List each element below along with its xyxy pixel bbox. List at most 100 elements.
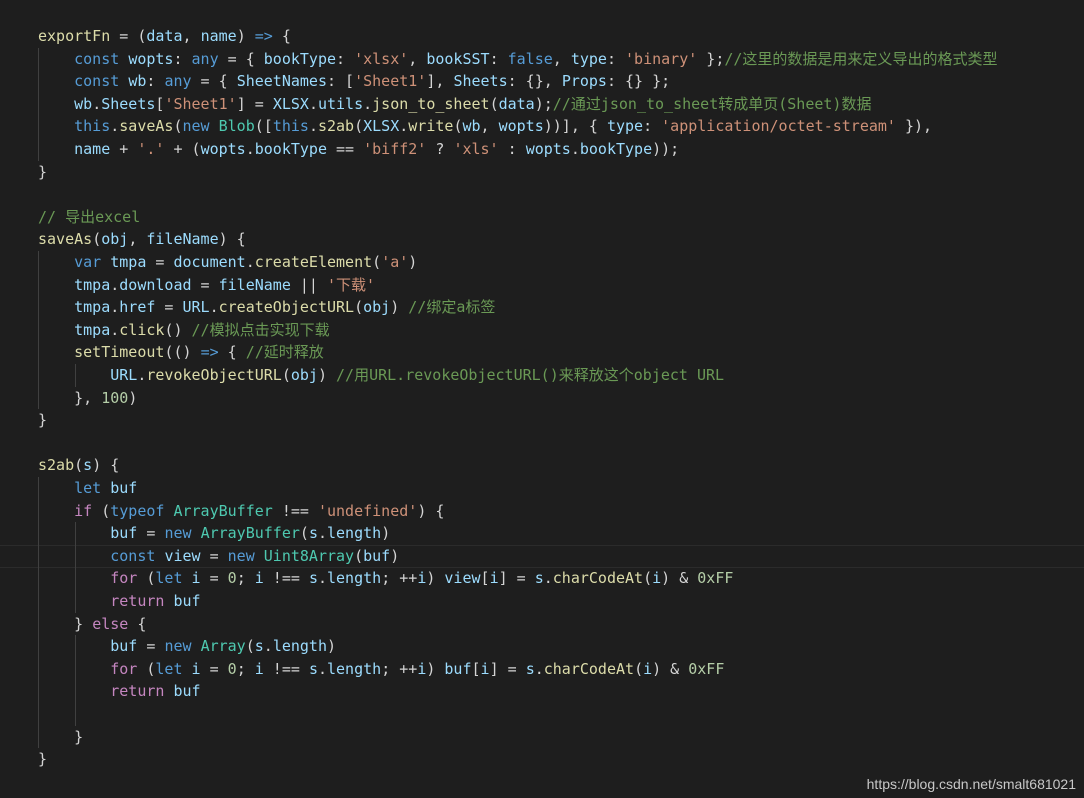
code-line[interactable]: buf = new Array(s.length) (38, 635, 336, 658)
code-line[interactable]: // 导出excel (38, 206, 140, 229)
code-token: s (525, 659, 535, 678)
code-line[interactable]: return buf (38, 680, 200, 703)
code-token: . (209, 298, 219, 317)
code-line[interactable]: saveAs(obj, fileName) { (38, 228, 246, 251)
code-token: ( (137, 659, 156, 678)
code-token: let (155, 659, 183, 678)
code-token: = (155, 298, 183, 317)
code-line[interactable]: return buf (38, 590, 200, 613)
code-token: click (119, 320, 165, 339)
code-token: => (254, 27, 273, 45)
code-line[interactable]: } (38, 161, 47, 184)
code-line[interactable]: }, 100) (38, 387, 137, 410)
code-token: // 导出excel (38, 207, 141, 226)
code-token: s2ab (38, 456, 75, 475)
code-token: . (245, 140, 255, 158)
code-token: ; (236, 659, 255, 678)
code-token: i (191, 659, 201, 678)
code-token: ) (317, 366, 337, 384)
code-line[interactable]: wb.Sheets['Sheet1'] = XLSX.utils.json_to… (38, 93, 871, 116)
code-token: XLSX (363, 117, 400, 136)
code-token: . (110, 320, 120, 339)
code-token: saveAs (38, 230, 93, 249)
code-line[interactable]: } (38, 409, 47, 432)
code-token: ] = (498, 569, 535, 588)
code-token: 0xFF (697, 569, 734, 588)
code-token: { (128, 614, 147, 633)
code-token: 'a' (381, 253, 409, 271)
code-token: bookSST (426, 49, 490, 68)
code-line[interactable]: name + '.' + (wopts.bookType == 'biff2' … (38, 138, 679, 161)
code-line[interactable]: tmpa.download = fileName || '下载' (38, 274, 375, 297)
code-token: () (164, 320, 192, 339)
code-line[interactable]: this.saveAs(new Blob([this.s2ab(XLSX.wri… (38, 115, 932, 138)
code-line[interactable]: for (let i = 0; i !== s.length; ++i) vie… (38, 567, 733, 590)
code-editor[interactable]: exportFn = (data, name) => { const wopts… (0, 0, 1084, 798)
code-token: 'biff2' (363, 140, 427, 158)
code-line[interactable]: const view = new Uint8Array(buf) (38, 545, 399, 568)
code-token: 0 (227, 569, 237, 588)
code-token: URL (182, 298, 210, 317)
code-line[interactable]: setTimeout(() => { //延时释放 (38, 341, 324, 364)
code-token: . (110, 117, 120, 136)
code-line[interactable]: buf = new ArrayBuffer(s.length) (38, 522, 390, 545)
code-line[interactable]: } else { (38, 613, 146, 636)
code-token: ( (137, 569, 156, 588)
code-token: length (327, 524, 382, 543)
indent-guide (75, 522, 76, 613)
code-line[interactable]: const wopts: any = { bookType: 'xlsx', b… (38, 48, 997, 71)
code-token: : {} }; (606, 72, 671, 91)
code-token: saveAs (119, 117, 174, 136)
code-token: [ (480, 569, 490, 588)
code-token: = (137, 637, 165, 656)
code-line[interactable]: exportFn = (data, name) => { (38, 25, 291, 48)
code-line[interactable]: const wb: any = { SheetNames: ['Sheet1']… (38, 70, 670, 93)
code-line[interactable]: tmpa.href = URL.createObjectURL(obj) //绑… (38, 296, 495, 319)
code-token: 'xlsx' (354, 49, 409, 68)
indent-guide (38, 251, 39, 410)
code-token: wopts (525, 140, 571, 158)
code-token: . (317, 569, 327, 588)
code-token: let (74, 479, 102, 497)
code-token: 'binary' (625, 49, 698, 68)
code-token: ; (236, 569, 255, 588)
code-line[interactable]: var tmpa = document.createElement('a') (38, 251, 417, 274)
code-line[interactable]: } (38, 748, 47, 771)
code-token: obj (363, 298, 391, 317)
code-token: view (444, 569, 481, 588)
code-token: ) (236, 27, 255, 45)
code-line[interactable]: for (let i = 0; i !== s.length; ++i) buf… (38, 658, 724, 681)
code-line[interactable]: let buf (38, 477, 137, 500)
code-token: ( (92, 501, 111, 520)
code-line[interactable]: URL.revokeObjectURL(obj) //用URL.revokeOb… (38, 364, 724, 387)
code-token: false (507, 49, 553, 68)
code-token: } (38, 750, 48, 769)
code-token: createElement (254, 253, 373, 271)
watermark: https://blog.csdn.net/smalt681021 (866, 776, 1076, 792)
code-line[interactable]: } (38, 726, 83, 749)
code-token: !== (272, 501, 318, 520)
code-token: = (200, 546, 228, 565)
code-token: s (308, 569, 318, 588)
code-token: tmpa (110, 253, 147, 271)
code-token: Sheets (101, 94, 156, 113)
code-token: ); (534, 94, 553, 113)
code-token: tmpa (74, 298, 111, 317)
code-line[interactable]: if (typeof ArrayBuffer !== 'undefined') … (38, 500, 444, 523)
code-token: (() (164, 343, 201, 362)
code-token: let (155, 569, 183, 588)
code-token: || (290, 275, 327, 294)
code-line[interactable]: s2ab(s) { (38, 454, 119, 477)
code-token: : (498, 140, 526, 158)
code-token: createObjectURL (218, 298, 355, 317)
code-token: ) (426, 569, 445, 588)
code-token: = { (191, 72, 237, 91)
code-token: ( (173, 117, 183, 136)
code-line[interactable]: tmpa.click() //模拟点击实现下载 (38, 319, 329, 342)
code-token: ArrayBuffer (200, 524, 300, 543)
